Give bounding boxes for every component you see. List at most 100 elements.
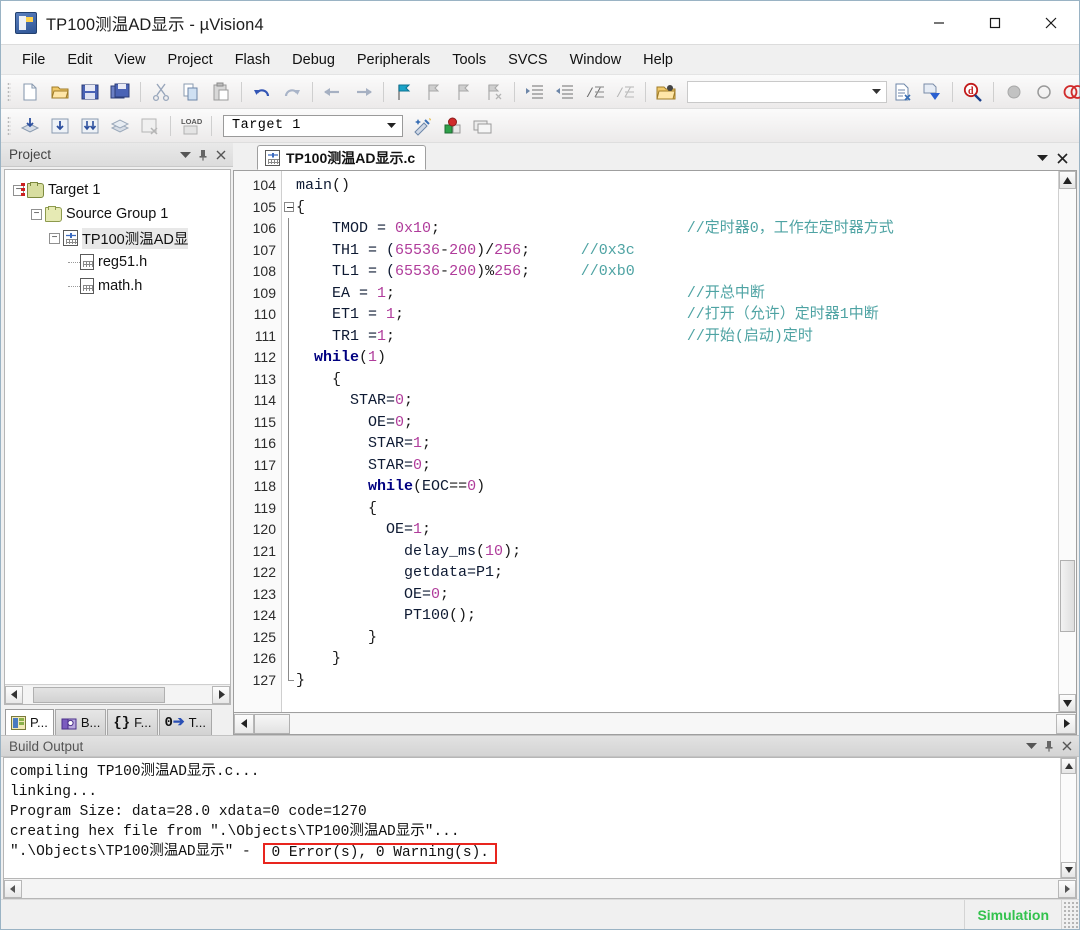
hscroll-thumb[interactable]	[254, 713, 290, 734]
chevron-down-icon[interactable]	[176, 146, 194, 164]
scroll-right-icon[interactable]	[1058, 879, 1076, 898]
fold-marker[interactable]	[282, 175, 296, 197]
menu-peripherals[interactable]: Peripherals	[346, 48, 441, 72]
bookmark-toggle-icon[interactable]	[390, 78, 418, 106]
new-file-icon[interactable]	[16, 78, 44, 106]
hscroll-track[interactable]	[23, 685, 212, 704]
find-combo[interactable]	[687, 80, 887, 103]
scroll-down-icon[interactable]	[1059, 694, 1076, 712]
scroll-right-icon[interactable]	[1056, 713, 1076, 734]
tree-item-target[interactable]: − Target 1	[13, 178, 230, 202]
open-file-icon[interactable]	[46, 78, 74, 106]
pin-icon[interactable]	[1040, 737, 1058, 755]
menu-flash[interactable]: Flash	[224, 48, 281, 72]
pin-icon[interactable]	[194, 146, 212, 164]
expander-icon[interactable]: −	[31, 208, 42, 220]
code-text[interactable]: main(){ TMOD = 0x10; //定时器0，工作在定时器方式 TH1…	[296, 171, 1058, 712]
insert-file-icon[interactable]	[888, 78, 916, 106]
navigate-forward-icon[interactable]	[349, 78, 377, 106]
debug-stop-icon[interactable]	[1000, 78, 1028, 106]
close-icon[interactable]	[1023, 1, 1079, 45]
scroll-right-icon[interactable]	[212, 685, 230, 704]
menu-help[interactable]: Help	[632, 48, 684, 72]
navigate-back-icon[interactable]	[319, 78, 347, 106]
build-output-vscrollbar[interactable]	[1060, 758, 1076, 878]
scroll-down-icon[interactable]	[1061, 862, 1076, 878]
open-folder-icon[interactable]	[652, 78, 680, 106]
tab-books[interactable]: B...	[54, 709, 107, 735]
undo-icon[interactable]	[248, 78, 276, 106]
fold-column[interactable]	[282, 171, 296, 712]
toolbar-grip-2[interactable]	[7, 115, 11, 136]
tab-functions[interactable]: {} F...	[107, 709, 158, 735]
debug-session-icon[interactable]	[1060, 78, 1080, 106]
toolbar-grip[interactable]	[7, 81, 11, 102]
menu-tools[interactable]: Tools	[441, 48, 497, 72]
close-icon[interactable]	[1053, 149, 1071, 167]
comment-icon[interactable]: //	[581, 78, 609, 106]
chevron-down-icon[interactable]	[383, 116, 399, 136]
hscroll-thumb[interactable]	[33, 686, 165, 703]
close-icon[interactable]	[1058, 737, 1076, 755]
scroll-left-icon[interactable]	[5, 685, 23, 704]
project-tree-hscrollbar[interactable]	[5, 684, 230, 704]
redo-icon[interactable]	[278, 78, 306, 106]
tab-templates[interactable]: 0➔ T...	[158, 709, 212, 735]
copy-icon[interactable]	[177, 78, 205, 106]
menu-debug[interactable]: Debug	[281, 48, 346, 72]
editor-hscrollbar[interactable]	[233, 713, 1077, 735]
chevron-down-icon[interactable]	[869, 82, 883, 102]
menu-file[interactable]: File	[11, 48, 56, 72]
editor-vscrollbar[interactable]	[1058, 171, 1076, 712]
menu-edit[interactable]: Edit	[56, 48, 103, 72]
cut-icon[interactable]	[147, 78, 175, 106]
save-icon[interactable]	[76, 78, 104, 106]
build-output-body[interactable]: compiling TP100测温AD显示.c... linking... Prog…	[3, 757, 1077, 879]
chevron-down-icon[interactable]	[1022, 737, 1040, 755]
menu-svcs[interactable]: SVCS	[497, 48, 559, 72]
tree-item-source-group[interactable]: − Source Group 1	[13, 202, 230, 226]
manage-multiproject-icon[interactable]	[469, 112, 497, 140]
hscroll-track[interactable]	[290, 713, 1056, 734]
indent-icon[interactable]	[521, 78, 549, 106]
minimize-icon[interactable]	[911, 1, 967, 45]
batch-build-icon[interactable]	[106, 112, 134, 140]
resize-grip-icon[interactable]	[1061, 900, 1079, 929]
target-options-icon[interactable]	[409, 112, 437, 140]
tab-project[interactable]: P...	[5, 709, 54, 735]
tree-item-source-file[interactable]: − TP100测温AD显	[13, 226, 230, 250]
tree-item-reg51-h[interactable]: reg51.h	[13, 250, 230, 274]
bookmark-clear-icon[interactable]	[480, 78, 508, 106]
close-icon[interactable]	[212, 146, 230, 164]
debug-circle-icon[interactable]	[1030, 78, 1058, 106]
save-all-icon[interactable]	[106, 78, 134, 106]
chevron-down-icon[interactable]	[1033, 149, 1051, 167]
outdent-icon[interactable]	[551, 78, 579, 106]
vscroll-thumb[interactable]	[1060, 560, 1075, 632]
bookmark-next-icon[interactable]	[450, 78, 478, 106]
scroll-left-icon[interactable]	[4, 879, 22, 898]
target-selector[interactable]: Target 1	[223, 114, 403, 137]
expander-icon[interactable]: −	[49, 232, 60, 244]
browse-symbol-icon[interactable]: d	[959, 78, 987, 106]
vscroll-track[interactable]	[1061, 774, 1076, 862]
scroll-up-icon[interactable]	[1061, 758, 1076, 774]
bookmark-prev-icon[interactable]	[420, 78, 448, 106]
tree-item-math-h[interactable]: math.h	[13, 274, 230, 298]
find-in-files-icon[interactable]	[918, 78, 946, 106]
stop-build-icon[interactable]	[136, 112, 164, 140]
manage-components-icon[interactable]	[439, 112, 467, 140]
build-output-hscrollbar[interactable]	[3, 879, 1077, 899]
code-area[interactable]: 104 105 106 107 108 109 110 111 112 113 114 115 116 1…	[234, 171, 1058, 712]
scroll-left-icon[interactable]	[234, 713, 254, 734]
menu-view[interactable]: View	[103, 48, 156, 72]
menu-window[interactable]: Window	[559, 48, 633, 72]
hscroll-track[interactable]	[22, 879, 1058, 898]
menu-project[interactable]: Project	[157, 48, 224, 72]
paste-icon[interactable]	[207, 78, 235, 106]
uncomment-icon[interactable]: //	[611, 78, 639, 106]
vscroll-track[interactable]	[1059, 189, 1076, 694]
rebuild-all-icon[interactable]	[76, 112, 104, 140]
download-icon[interactable]: LOAD	[177, 112, 205, 140]
build-target-icon[interactable]	[46, 112, 74, 140]
